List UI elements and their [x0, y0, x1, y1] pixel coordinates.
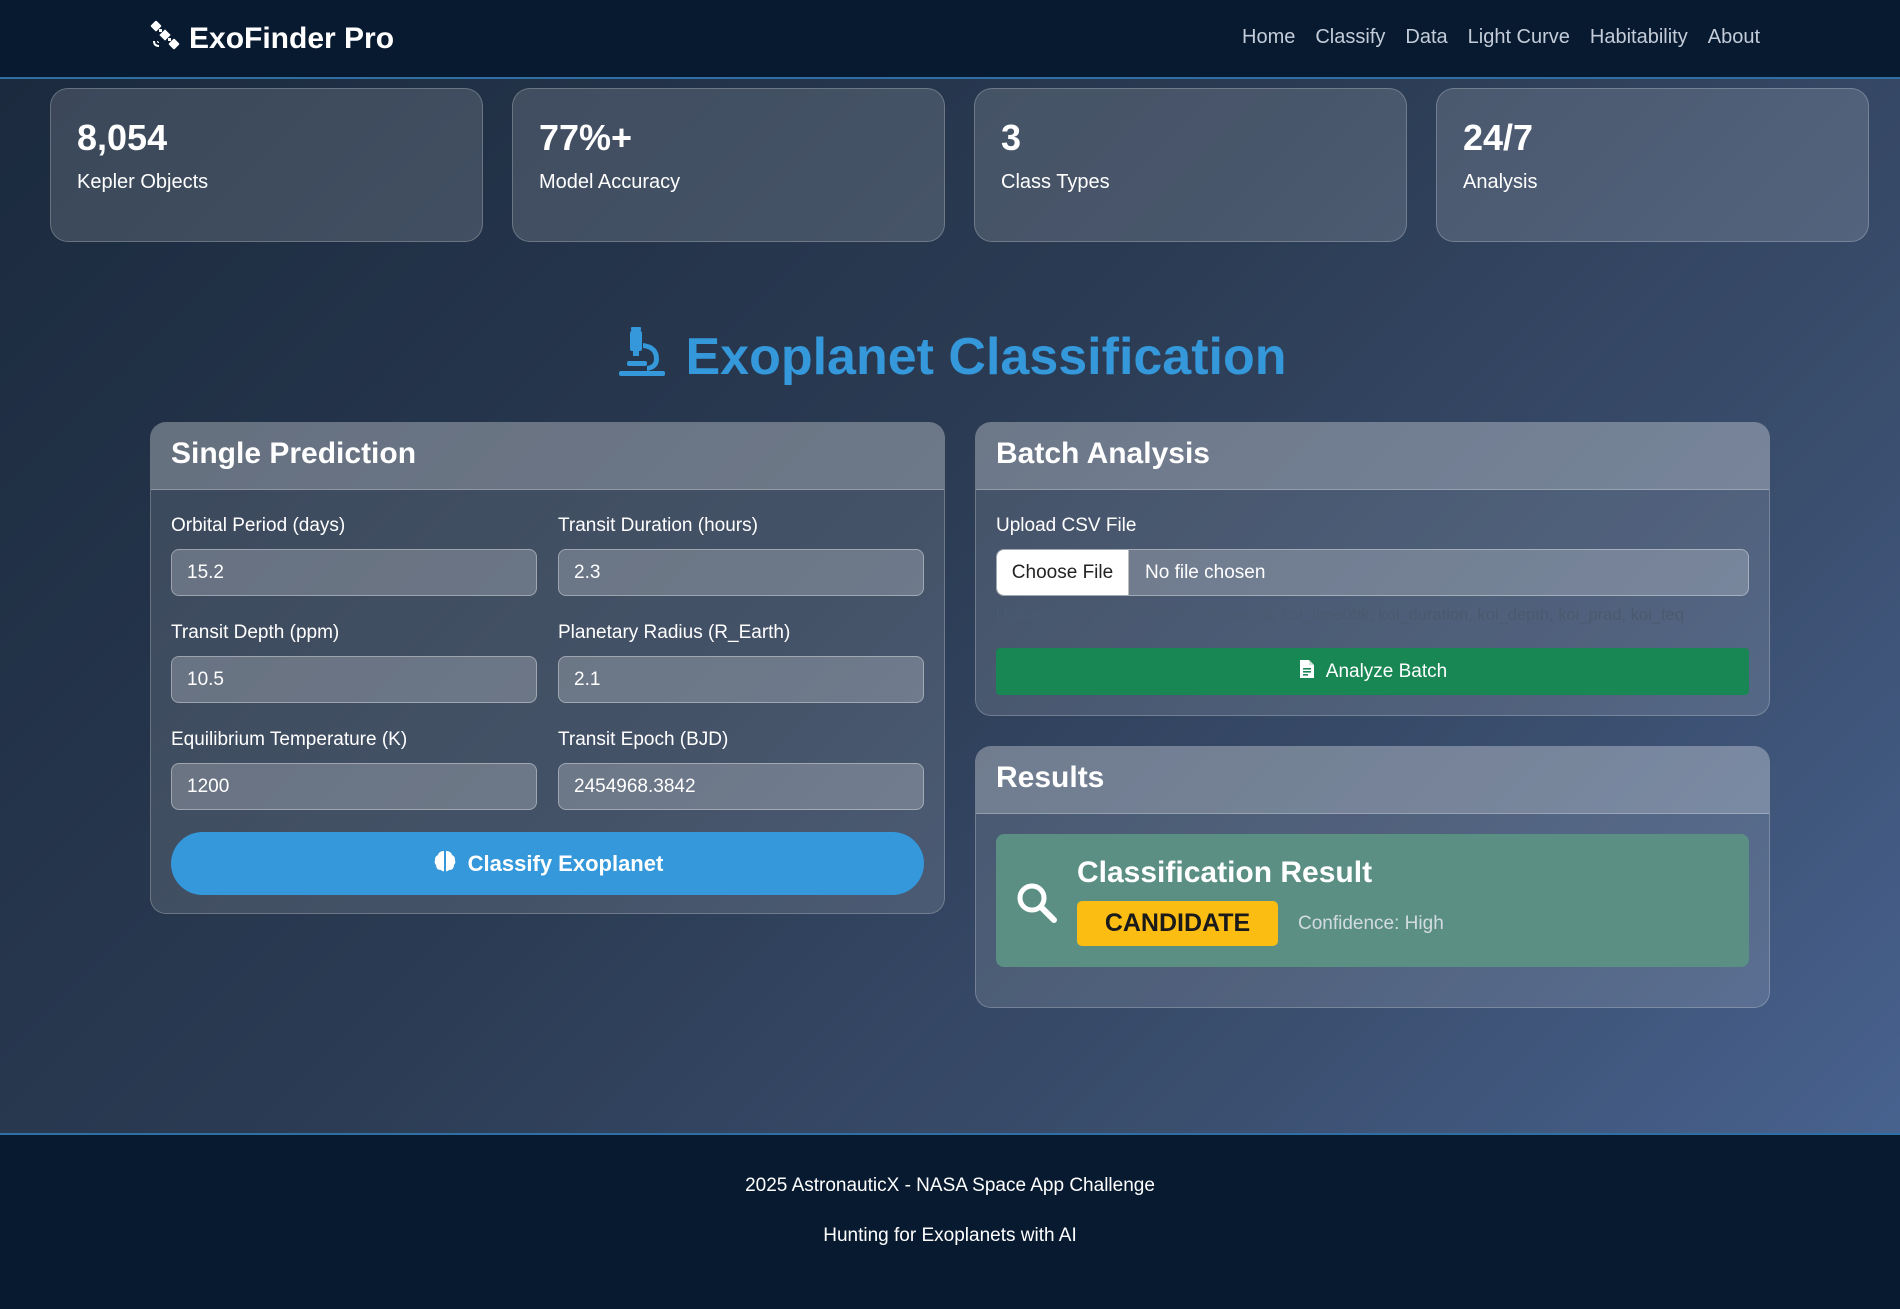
nav-links: Home Classify Data Light Curve Habitabil…	[1242, 26, 1760, 49]
stat-label: Kepler Objects	[77, 171, 209, 193]
nav-link-habitability[interactable]: Habitability	[1590, 26, 1688, 49]
brand-logo[interactable]: ExoFinder Pro	[149, 20, 394, 58]
transit-depth-input[interactable]	[171, 656, 537, 703]
search-icon	[1014, 880, 1058, 924]
transit-epoch-label: Transit Epoch (BJD)	[558, 729, 729, 750]
section-title-text: Exoplanet Classification	[685, 328, 1287, 386]
nav-link-about[interactable]: About	[1708, 26, 1760, 49]
stat-card-analysis: 24/7 Analysis	[1436, 88, 1869, 242]
analyze-batch-button[interactable]: Analyze Batch	[996, 648, 1749, 695]
brain-icon	[432, 848, 458, 880]
single-prediction-panel: Single Prediction Orbital Period (days) …	[150, 422, 945, 914]
stat-card-kepler-objects: 8,054 Kepler Objects	[50, 88, 483, 242]
classify-button-label: Classify Exoplanet	[467, 850, 664, 876]
batch-analysis-panel: Batch Analysis Upload CSV File Choose Fi…	[975, 422, 1770, 716]
stat-value: 3	[1001, 117, 1022, 158]
result-title: Classification Result	[1077, 856, 1373, 889]
transit-duration-input[interactable]	[558, 549, 924, 596]
brand-name: ExoFinder Pro	[189, 22, 395, 55]
equilibrium-temperature-label: Equilibrium Temperature (K)	[171, 729, 408, 750]
stat-value: 24/7	[1463, 117, 1534, 158]
csv-file-input[interactable]: Choose File No file chosen	[996, 549, 1749, 596]
nav-link-light-curve[interactable]: Light Curve	[1468, 26, 1570, 49]
stat-label: Model Accuracy	[539, 171, 681, 193]
stats-row: 8,054 Kepler Objects 77%+ Model Accuracy…	[50, 88, 1870, 242]
stat-card-class-types: 3 Class Types	[974, 88, 1407, 242]
stat-value: 8,054	[77, 117, 168, 158]
transit-depth-label: Transit Depth (ppm)	[171, 622, 340, 643]
transit-epoch-input[interactable]	[558, 763, 924, 810]
nav-link-home[interactable]: Home	[1242, 26, 1295, 49]
footer-copyright: 2025 AstronauticX - NASA Space App Chall…	[745, 1175, 1155, 1196]
confidence-text: Confidence: High	[1298, 913, 1444, 934]
section-title: Exoplanet Classification	[0, 322, 1900, 392]
stat-value: 77%+	[539, 117, 633, 158]
planetary-radius-label: Planetary Radius (R_Earth)	[558, 622, 791, 643]
file-csv-icon	[1298, 659, 1316, 685]
panel-title: Single Prediction	[171, 437, 417, 470]
nav-link-classify[interactable]: Classify	[1315, 26, 1385, 49]
panel-title: Batch Analysis	[996, 437, 1210, 470]
navbar: ExoFinder Pro Home Classify Data Light C…	[0, 0, 1900, 79]
panel-header: Batch Analysis	[976, 423, 1769, 490]
analyze-batch-label: Analyze Batch	[1325, 660, 1448, 682]
footer-tagline: Hunting for Exoplanets with AI	[823, 1225, 1077, 1246]
file-status: No file chosen	[1145, 562, 1266, 583]
stat-card-model-accuracy: 77%+ Model Accuracy	[512, 88, 945, 242]
classification-result-card: Classification Result CANDIDATE Confiden…	[996, 834, 1749, 967]
stat-label: Analysis	[1463, 171, 1538, 193]
classify-exoplanet-button[interactable]: Classify Exoplanet	[171, 832, 924, 895]
panel-title: Results	[996, 761, 1105, 794]
choose-file-button[interactable]: Choose File	[997, 550, 1129, 595]
equilibrium-temperature-input[interactable]	[171, 763, 537, 810]
panel-header: Single Prediction	[151, 423, 944, 490]
footer: 2025 AstronauticX - NASA Space App Chall…	[0, 1133, 1900, 1309]
orbital-period-input[interactable]	[171, 549, 537, 596]
results-panel: Results Classification Result CANDIDATE …	[975, 746, 1770, 1008]
satellite-icon	[149, 19, 181, 59]
transit-duration-label: Transit Duration (hours)	[558, 515, 758, 536]
upload-csv-label: Upload CSV File	[996, 515, 1137, 536]
orbital-period-label: Orbital Period (days)	[171, 515, 346, 536]
planetary-radius-input[interactable]	[558, 656, 924, 703]
upload-help-text: Upload CSV with columns: koi_period, koi…	[996, 606, 1684, 624]
stat-label: Class Types	[1001, 171, 1110, 193]
panel-header: Results	[976, 747, 1769, 814]
classification-badge: CANDIDATE	[1077, 901, 1278, 946]
nav-link-data[interactable]: Data	[1405, 26, 1447, 49]
microscope-icon	[613, 323, 669, 392]
